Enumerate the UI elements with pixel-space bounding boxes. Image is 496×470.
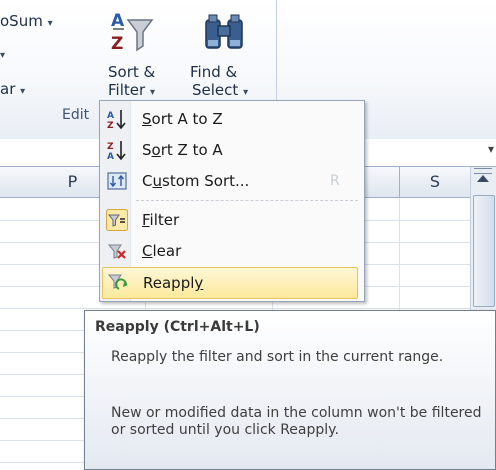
menu-item-label: Filter (142, 211, 180, 229)
autosum-label: oSum (0, 12, 43, 30)
svg-text:Z: Z (111, 34, 123, 54)
find-select-label-2: Select (192, 81, 239, 99)
svg-text:Z: Z (107, 121, 114, 130)
sort-filter-label-1: Sort & (108, 63, 156, 81)
scroll-up-icon[interactable] (477, 175, 489, 182)
clear-filter-icon (107, 244, 126, 259)
chevron-down-icon: ▾ (243, 87, 249, 98)
menu-item-label: Clear (142, 242, 182, 260)
sort-z-to-a-icon: Z A (107, 141, 126, 161)
menu-item-sort-a-to-z[interactable]: A Z Sort A to Z (102, 104, 360, 134)
clear-button[interactable]: ar ▾ (0, 80, 25, 98)
menu-item-reapply[interactable]: Reapply (102, 267, 358, 299)
sort-a-to-z-icon: A Z (107, 110, 126, 130)
find-select-button[interactable]: Find & Select ▾ (186, 0, 266, 104)
clear-label: ar (0, 80, 16, 98)
chevron-down-icon: ▾ (0, 50, 6, 61)
column-header-r-ghost: R (330, 173, 340, 189)
autosum-button[interactable]: oSum ▾ (0, 12, 53, 30)
editing-group-label: Edit (62, 107, 90, 123)
sort-filter-label-2: Filter (108, 81, 146, 99)
scroll-thumb[interactable] (473, 195, 495, 307)
tooltip-description: Reapply the filter and sort in the curre… (111, 349, 444, 365)
menu-separator (136, 200, 358, 201)
filter-icon (106, 209, 128, 231)
menu-item-label: Sort Z to A (142, 141, 223, 159)
svg-text:Z: Z (107, 142, 114, 152)
menu-item-label: Sort A to Z (142, 110, 223, 128)
chevron-down-icon: ▾ (47, 18, 53, 29)
binoculars-icon (205, 14, 243, 49)
tooltip-note: New or modified data in the column won't… (111, 405, 482, 438)
fill-button[interactable]: ▾ (0, 44, 5, 62)
sort-filter-menu: A Z Sort A to Z Z A Sort Z to A Custom S… (99, 100, 365, 302)
split-handle[interactable] (474, 168, 492, 174)
menu-item-label: Reapply (143, 274, 204, 292)
menu-item-label: Custom Sort... (142, 172, 250, 190)
custom-sort-icon (107, 172, 127, 190)
menu-item-custom-sort[interactable]: Custom Sort... R (102, 166, 360, 196)
reapply-tooltip: Reapply (Ctrl+Alt+L) Reapply the filter … (84, 310, 496, 470)
svg-text:A: A (107, 111, 114, 121)
formula-bar-expand-icon[interactable]: ▾ (488, 142, 494, 156)
find-select-label-1: Find & (190, 63, 238, 81)
reapply-icon (107, 274, 127, 290)
menu-item-sort-z-to-a[interactable]: Z A Sort Z to A (102, 135, 360, 165)
svg-text:A: A (107, 152, 114, 161)
column-header-s[interactable]: S (400, 167, 470, 197)
sort-filter-button[interactable]: A Z Sort & Filter ▾ (104, 0, 176, 104)
chevron-down-icon: ▾ (20, 86, 26, 97)
sort-filter-icon: A Z (111, 11, 154, 54)
chevron-down-icon: ▾ (149, 87, 155, 98)
svg-text:A: A (111, 11, 125, 31)
menu-item-clear[interactable]: Clear (102, 236, 360, 266)
find-select-label-2-row: Select ▾ (192, 81, 248, 99)
menu-item-filter[interactable]: Filter (102, 205, 360, 235)
tooltip-title: Reapply (Ctrl+Alt+L) (95, 319, 260, 335)
sort-filter-label-2-row: Filter ▾ (108, 81, 155, 99)
